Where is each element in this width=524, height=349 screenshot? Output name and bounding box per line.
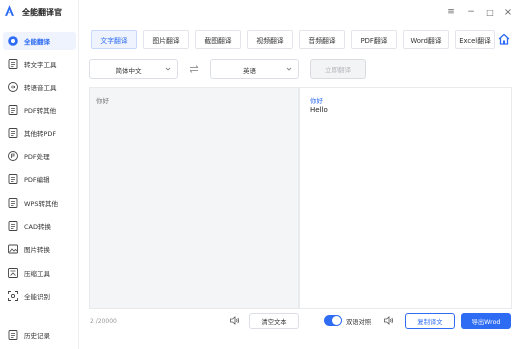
sidebar-item[interactable]: WPS转其他 — [3, 194, 76, 212]
swap-language-icon[interactable] — [188, 63, 200, 75]
sidebar-item-label: 转文字工具 — [24, 61, 57, 69]
minimize-icon[interactable]: − — [465, 6, 477, 18]
source-text-area[interactable]: 你好 — [89, 87, 299, 309]
text-convert-icon — [8, 59, 18, 69]
sidebar-item[interactable]: PDF编辑 — [3, 170, 76, 188]
translate-button[interactable]: 立即翻译 — [310, 59, 366, 79]
sidebar-item[interactable]: CAD转换 — [3, 217, 76, 235]
export-word-button[interactable]: 导出Wrod — [461, 313, 511, 329]
sidebar-item[interactable]: 历史记录 — [3, 326, 76, 344]
close-icon[interactable]: × — [502, 6, 514, 18]
tab[interactable]: 截图翻译 — [195, 30, 241, 49]
sidebar-item-label: 图片转换 — [24, 246, 50, 254]
clear-text-button[interactable]: 清空文本 — [249, 313, 299, 329]
sidebar-item[interactable]: 其他转PDF — [3, 124, 76, 142]
copy-translation-button[interactable]: 复制译文 — [405, 313, 455, 329]
pdf-export-icon — [8, 105, 18, 115]
sidebar-item-label: PDF编辑 — [24, 176, 50, 184]
sidebar-item[interactable]: PDF处理 — [3, 147, 76, 165]
sidebar: 全能翻译官 全能翻译转文字工具转语音工具 PDF转其他 其他转PDF PDF处理 PDF… — [0, 0, 79, 349]
image-icon — [8, 244, 18, 254]
cad-icon — [8, 221, 18, 231]
maximize-icon[interactable]: □ — [484, 6, 496, 18]
sidebar-item[interactable]: 全能识别 — [3, 287, 76, 305]
app-logo-icon — [5, 5, 14, 16]
sidebar-item-label: 压缩工具 — [24, 270, 50, 278]
result-source-text: 你好 — [310, 97, 323, 105]
menu-icon[interactable]: ≡ — [445, 6, 457, 18]
source-text: 你好 — [96, 97, 109, 105]
history-icon — [8, 330, 18, 340]
sidebar-item[interactable]: 转文字工具 — [3, 55, 76, 73]
sidebar-item[interactable]: 压缩工具 — [3, 264, 76, 282]
speaker-icon[interactable] — [229, 315, 240, 326]
sidebar-item-label: WPS转其他 — [24, 200, 58, 208]
tab[interactable]: 音频翻译 — [299, 30, 345, 49]
scan-icon — [8, 291, 18, 301]
sidebar-item-label: 其他转PDF — [24, 130, 57, 138]
wps-icon — [8, 198, 18, 208]
target-language-select[interactable]: 英语 — [210, 59, 299, 79]
sidebar-item-label: PDF转其他 — [24, 107, 57, 115]
sidebar-item[interactable]: 图片转换 — [3, 240, 76, 258]
source-language-select[interactable]: 简体中文 — [89, 59, 178, 79]
target-language-label: 英语 — [243, 67, 256, 75]
character-count: 2 /20000 — [90, 318, 117, 325]
title-bar: ≡ − □ × — [80, 0, 524, 28]
tab[interactable]: Excel翻译 — [455, 30, 495, 49]
tab[interactable]: 视频翻译 — [247, 30, 293, 49]
sidebar-item[interactable]: PDF转其他 — [3, 101, 76, 119]
tab[interactable]: 图片翻译 — [143, 30, 189, 49]
sidebar-item-label: PDF处理 — [24, 153, 50, 161]
sidebar-item[interactable]: 全能翻译 — [3, 32, 76, 50]
chevron-down-icon — [165, 67, 171, 71]
sidebar-item-label: CAD转换 — [24, 223, 51, 231]
app-window: 全能翻译官 全能翻译转文字工具转语音工具 PDF转其他 其他转PDF PDF处理 PDF… — [0, 0, 524, 349]
translation-result-area: 你好 Hello — [299, 87, 512, 309]
pdf-edit-icon — [8, 174, 18, 184]
bilingual-toggle-label: 双语对照 — [346, 319, 372, 326]
pdf-import-icon — [8, 128, 18, 138]
app-title: 全能翻译官 — [22, 8, 62, 17]
sidebar-item-label: 全能识别 — [24, 293, 50, 301]
voice-icon — [8, 82, 18, 92]
sidebar-item[interactable]: 转语音工具 — [3, 78, 76, 96]
result-translated-text: Hello — [310, 106, 328, 114]
speaker-icon[interactable] — [383, 315, 394, 326]
compress-icon — [8, 268, 18, 278]
tab[interactable]: PDF翻译 — [351, 30, 397, 49]
bilingual-toggle[interactable] — [324, 315, 342, 326]
tab[interactable]: 文字翻译 — [91, 30, 137, 49]
target-icon — [8, 36, 18, 46]
chevron-down-icon — [286, 67, 292, 71]
sidebar-item-label: 转语音工具 — [24, 84, 57, 92]
home-icon[interactable] — [497, 32, 511, 46]
tab[interactable]: Word翻译 — [403, 30, 449, 49]
sidebar-item-label: 全能翻译 — [24, 38, 50, 46]
pdf-process-icon — [8, 151, 18, 161]
source-language-label: 简体中文 — [115, 67, 142, 75]
sidebar-item-label: 历史记录 — [24, 332, 50, 340]
